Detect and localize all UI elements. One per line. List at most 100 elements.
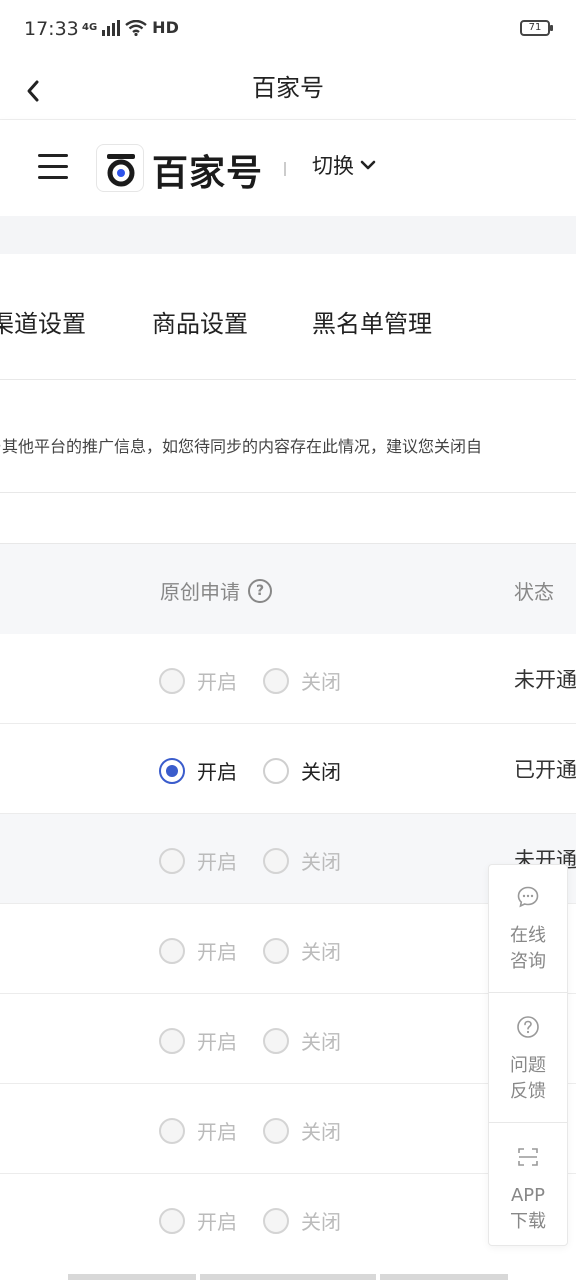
divider <box>284 162 286 176</box>
radio-button <box>263 1117 289 1144</box>
original-radio-group: 开启 关闭 <box>159 1116 367 1145</box>
label-line: 问题 <box>510 1055 546 1076</box>
online-consult-button[interactable]: 在线 咨询 <box>489 865 567 993</box>
radio-on: 开启 <box>159 666 237 695</box>
wifi-icon <box>125 19 147 36</box>
original-radio-group: 开启 关闭 <box>159 936 367 965</box>
radio-label: 开启 <box>197 850 237 874</box>
radio-label: 开启 <box>197 1120 237 1144</box>
radio-label: 关闭 <box>301 670 341 694</box>
logo-text: 百家号 <box>152 153 264 194</box>
radio-button[interactable] <box>263 757 289 784</box>
radio-on: 开启 <box>159 936 237 965</box>
table-row: 开启 关闭 未开通 <box>0 634 576 724</box>
radio-button <box>263 937 289 964</box>
float-label: APP 下载 <box>489 1183 567 1235</box>
menu-line <box>38 176 68 179</box>
radio-button-checked[interactable] <box>159 757 185 784</box>
radio-label: 关闭 <box>301 1030 341 1054</box>
original-radio-group: 开启 关闭 <box>159 846 367 875</box>
radio-label: 开启 <box>197 670 237 694</box>
settings-tabs: 渠道设置 商品设置 黑名单管理 <box>0 254 576 380</box>
feedback-button[interactable]: 问题 反馈 <box>489 995 567 1123</box>
bottom-scroll-bar <box>0 1262 576 1280</box>
original-radio-group: 开启 关闭 <box>159 1206 367 1235</box>
radio-off: 关闭 <box>263 1116 341 1145</box>
radio-button <box>159 937 185 964</box>
radio-label: 关闭 <box>301 1120 341 1144</box>
radio-on[interactable]: 开启 <box>159 756 237 785</box>
menu-button[interactable] <box>38 154 68 180</box>
radio-off[interactable]: 关闭 <box>263 756 341 785</box>
page-title: 百家号 <box>252 74 324 102</box>
radio-off: 关闭 <box>263 936 341 965</box>
notice-text: 与其他平台的推广信息，如您待同步的内容存在此情况，建议您关闭自 <box>0 437 483 456</box>
radio-label: 关闭 <box>301 940 341 964</box>
label-line: 在线 <box>510 925 546 946</box>
radio-button <box>263 847 289 874</box>
radio-button <box>263 667 289 694</box>
label-line: APP <box>510 1185 546 1206</box>
hd-indicator: HD <box>152 18 179 37</box>
menu-line <box>38 165 68 168</box>
radio-label: 开启 <box>197 1210 237 1234</box>
battery-icon: 71 <box>520 20 553 36</box>
status-icons: 4G HD <box>82 18 179 37</box>
radio-off: 关闭 <box>263 846 341 875</box>
table-header: 原创申请 ? 状态 <box>0 544 576 634</box>
row-status: 已开通 <box>514 758 576 782</box>
row-status: 未开通 <box>514 668 576 692</box>
battery-level: 71 <box>528 22 542 33</box>
question-icon <box>517 1016 539 1038</box>
radio-button <box>263 1207 289 1234</box>
float-label: 问题 反馈 <box>489 1053 567 1105</box>
tab-channel-settings[interactable]: 渠道设置 <box>0 304 86 339</box>
help-icon[interactable]: ? <box>248 578 272 603</box>
spacer <box>0 494 576 544</box>
radio-button <box>159 1207 185 1234</box>
radio-off: 关闭 <box>263 1206 341 1235</box>
chat-bubble-icon <box>517 886 539 908</box>
baijiahao-logo-icon <box>96 144 144 192</box>
nav-bar: 百家号 <box>0 60 576 120</box>
radio-label: 开启 <box>197 760 237 784</box>
radio-button <box>263 1027 289 1054</box>
switch-account-button[interactable]: 切换 <box>312 150 376 180</box>
original-radio-group: 开启 关闭 <box>159 1026 367 1055</box>
switch-label: 切换 <box>312 154 354 178</box>
notice-banner: 与其他平台的推广信息，如您待同步的内容存在此情况，建议您关闭自 <box>0 381 576 493</box>
tab-blacklist[interactable]: 黑名单管理 <box>312 304 432 339</box>
original-radio-group: 开启 关闭 <box>159 756 367 785</box>
radio-label: 关闭 <box>301 850 341 874</box>
float-label: 在线 咨询 <box>489 923 567 975</box>
section-gap <box>0 216 576 254</box>
status-time: 17:33 <box>24 18 79 40</box>
scroll-segment <box>68 1274 196 1280</box>
header-status: 状态 <box>514 580 554 604</box>
table-row: 开启 关闭 已开通 <box>0 724 576 814</box>
label-line: 下载 <box>510 1211 546 1232</box>
header-original-label: 原创申请 <box>160 580 240 604</box>
radio-label: 开启 <box>197 1030 237 1054</box>
chevron-down-icon <box>360 160 376 170</box>
signal-icon <box>102 19 121 36</box>
radio-on: 开启 <box>159 1026 237 1055</box>
radio-label: 关闭 <box>301 1210 341 1234</box>
scroll-segment <box>380 1274 508 1280</box>
original-radio-group: 开启 关闭 <box>159 666 367 695</box>
scan-icon <box>518 1148 538 1166</box>
label-line: 反馈 <box>510 1081 546 1102</box>
radio-button <box>159 847 185 874</box>
radio-on: 开启 <box>159 1206 237 1235</box>
app-download-button[interactable]: APP 下载 <box>489 1125 567 1253</box>
tab-product-settings[interactable]: 商品设置 <box>152 304 248 339</box>
radio-on: 开启 <box>159 1116 237 1145</box>
scroll-segment <box>200 1274 376 1280</box>
radio-on: 开启 <box>159 846 237 875</box>
radio-off: 关闭 <box>263 1026 341 1055</box>
floating-help-panel: 在线咨询 问题反馈 APP 下载 <box>488 864 568 1246</box>
radio-button <box>159 667 185 694</box>
label-line: 咨询 <box>510 951 546 972</box>
status-bar: 17:33 4G HD 71 <box>0 0 576 60</box>
menu-line <box>38 154 68 157</box>
